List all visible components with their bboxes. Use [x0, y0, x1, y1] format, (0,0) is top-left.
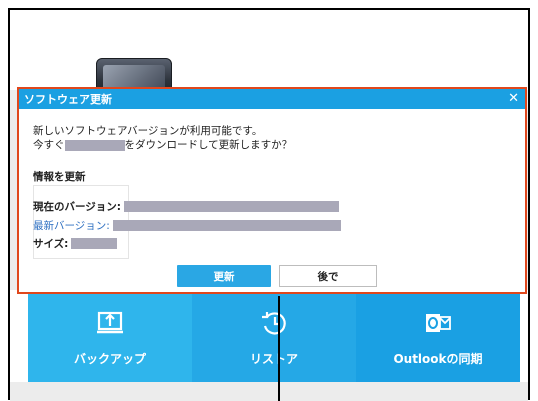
- dialog-title-bar: ソフトウェア更新 ✕: [19, 89, 525, 109]
- outlook-icon: [426, 313, 451, 332]
- update-button[interactable]: 更新: [177, 265, 271, 287]
- update-message: 新しいソフトウェアバージョンが利用可能です。 今すぐ をダウンロードして更新します…: [33, 124, 292, 152]
- message-line-2-suffix: をダウンロードして更新しますか？: [124, 139, 293, 151]
- annotation-pointer-line: [278, 296, 280, 401]
- bottom-strip: [10, 382, 528, 401]
- size-label: サイズ:: [33, 238, 69, 250]
- redacted-size: [71, 238, 118, 249]
- action-tiles: バックアップ リストア Outlookの同期: [28, 292, 520, 382]
- restore-label: リストア: [249, 351, 298, 366]
- restore-icon: [262, 311, 286, 335]
- backup-tile[interactable]: バックアップ: [28, 292, 192, 382]
- latest-version-label: 最新バージョン:: [33, 220, 110, 232]
- later-button[interactable]: 後で: [279, 265, 377, 287]
- current-version-label: 現在のバージョン:: [33, 201, 121, 213]
- close-icon[interactable]: ✕: [508, 91, 519, 107]
- current-version-row: 現在のバージョン:: [33, 199, 339, 214]
- message-line-2-prefix: 今すぐ: [33, 139, 65, 151]
- app-header-area: [10, 10, 528, 90]
- redacted-current-version: [124, 201, 339, 212]
- latest-version-row: 最新バージョン:: [33, 218, 341, 233]
- redacted-product-name: [64, 139, 125, 151]
- restore-tile[interactable]: リストア: [192, 292, 356, 382]
- message-line-2: 今すぐ をダウンロードして更新しますか？: [33, 138, 292, 152]
- outlook-sync-tile[interactable]: Outlookの同期: [356, 292, 520, 382]
- software-update-dialog: ソフトウェア更新 ✕ 新しいソフトウェアバージョンが利用可能です。 今すぐ をダウ…: [17, 87, 527, 294]
- redacted-latest-version: [112, 220, 341, 231]
- info-section-title: 情報を更新: [33, 171, 86, 183]
- size-row: サイズ:: [33, 236, 118, 251]
- backup-icon: [97, 311, 123, 333]
- dialog-title: ソフトウェア更新: [24, 93, 112, 106]
- outlook-sync-label: Outlookの同期: [393, 351, 483, 366]
- backup-label: バックアップ: [73, 351, 146, 366]
- message-line-1: 新しいソフトウェアバージョンが利用可能です。: [33, 125, 263, 137]
